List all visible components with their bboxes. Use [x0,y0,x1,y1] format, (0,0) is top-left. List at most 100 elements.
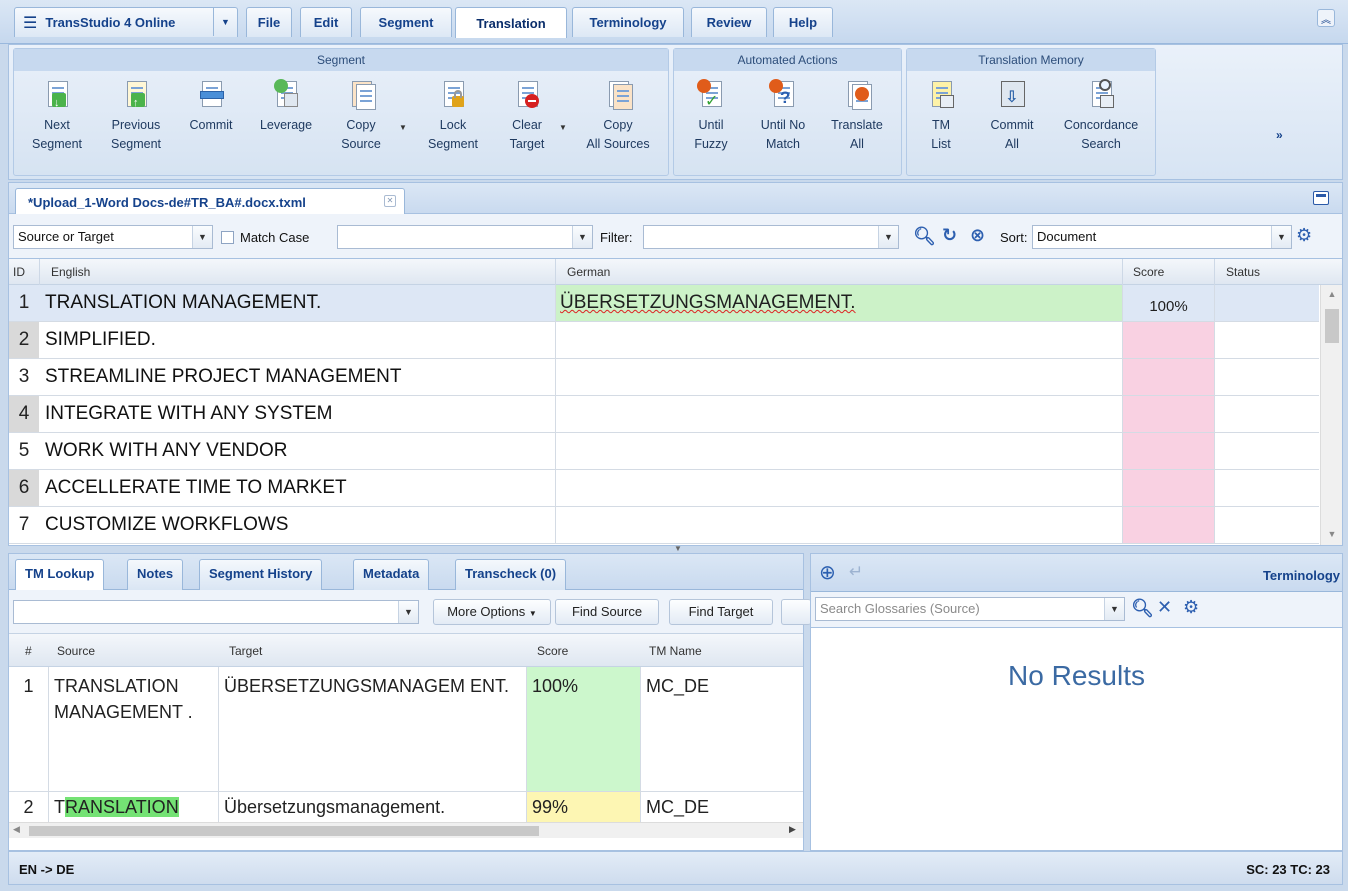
segment-row[interactable]: 5 WORK WITH ANY VENDOR [9,433,1319,470]
tab-segment-history[interactable]: Segment History [199,559,323,590]
col-header-source[interactable]: English [51,265,90,279]
refresh-search-icon[interactable]: ↻ [942,225,957,246]
scroll-left-icon[interactable]: ◀ [13,824,20,835]
match-case-checkbox[interactable] [221,231,234,244]
chevron-down-icon[interactable]: ▼ [213,8,237,36]
tab-notes[interactable]: Notes [127,559,184,590]
gear-icon[interactable]: ⚙ [1183,597,1199,618]
menu-file[interactable]: File [246,7,292,37]
clear-search-icon[interactable]: ⊗ [970,225,985,246]
segment-row[interactable]: 7 CUSTOMIZE WORKFLOWS [9,507,1319,544]
search-scope-select[interactable]: Source or Target ▼ [13,225,213,249]
maximize-icon[interactable] [1313,191,1329,205]
search-icon[interactable]: 🔍︎ [1131,598,1154,619]
close-icon[interactable]: ✕ [384,195,396,207]
segment-target[interactable] [555,322,1122,358]
tm-horizontal-scrollbar[interactable]: ◀ ▶ [9,822,803,838]
segment-score [1122,359,1214,395]
sort-select[interactable]: Document ▼ [1032,225,1292,249]
segment-row[interactable]: 1 TRANSLATION MANAGEMENT. ÜBERSETZUNGSMA… [9,285,1319,322]
leverage-icon [272,79,300,113]
until-no-match-button[interactable]: ? Until No Match [746,79,820,154]
col-header-tm-name[interactable]: TM Name [649,644,702,658]
tm-match-row[interactable]: 1 TRANSLATION MANAGEMENT . ÜBERSETZUNGSM… [9,667,803,792]
search-icon[interactable]: 🔍︎ [913,226,936,247]
ribbon-more-icon[interactable]: » [1276,128,1283,142]
segment-score: 100% [1122,285,1214,321]
clear-search-icon[interactable]: ✕ [1157,597,1172,618]
clear-target-button[interactable]: Clear Target [490,79,564,154]
col-header-target[interactable]: German [567,265,610,279]
tm-match-row[interactable]: 2 TRANSLATION Übersetzungsmanagement. 99… [9,792,803,822]
menu-help[interactable]: Help [773,7,833,37]
grid-scrollbar[interactable]: ▲ ▼ [1320,285,1342,545]
commit-all-icon: ⇩ [998,79,1026,113]
col-header-status[interactable]: Status [1226,265,1260,279]
more-options-button[interactable]: More Options ▼ [433,599,551,625]
menu-terminology[interactable]: Terminology [572,7,684,37]
add-term-icon[interactable]: ⊕ [819,560,836,585]
app-menu-button[interactable]: ☰ TransStudio 4 Online ▼ [14,7,238,37]
scroll-up-icon[interactable]: ▲ [1321,289,1342,299]
concordance-search-button[interactable]: Concordance Search [1057,79,1145,154]
copy-all-sources-button[interactable]: Copy All Sources [576,79,660,154]
col-header-source[interactable]: Source [57,644,95,658]
col-header-score[interactable]: Score [537,644,568,658]
segment-target[interactable] [555,470,1122,506]
ribbon: Segment ↓ Next Segment ↑ Previous Segmen… [8,44,1343,180]
document-tab[interactable]: *Upload_1-Word Docs-de#TR_BA#.docx.txml … [15,188,405,215]
copy-source-dropdown-icon[interactable]: ▼ [399,123,407,132]
scroll-right-icon[interactable]: ▶ [789,824,796,835]
menu-translation[interactable]: Translation [455,7,567,38]
col-header-score[interactable]: Score [1133,265,1164,279]
leverage-button[interactable]: Leverage [249,79,323,135]
until-fuzzy-button[interactable]: ✓ Until Fuzzy [674,79,748,154]
tab-transcheck[interactable]: Transcheck (0) [455,559,567,590]
segment-target[interactable] [555,507,1122,543]
next-segment-button[interactable]: ↓ Next Segment [20,79,94,154]
segment-row[interactable]: 3 STREAMLINE PROJECT MANAGEMENT [9,359,1319,396]
menu-edit[interactable]: Edit [300,7,352,37]
segment-row[interactable]: 4 INTEGRATE WITH ANY SYSTEM [9,396,1319,433]
clear-target-dropdown-icon[interactable]: ▼ [559,123,567,132]
tm-list-button[interactable]: TM List [904,79,978,154]
segment-target[interactable] [555,359,1122,395]
segment-target[interactable] [555,433,1122,469]
find-target-button[interactable]: Find Target [669,599,773,625]
insert-term-icon[interactable]: ↵ [849,562,863,582]
filter-input[interactable]: ▼ [643,225,899,249]
translate-all-button[interactable]: Translate All [820,79,894,154]
tab-tm-lookup[interactable]: TM Lookup [15,559,105,591]
tm-search-input[interactable]: ▼ [13,600,419,624]
tab-metadata[interactable]: Metadata [353,559,430,590]
find-source-button[interactable]: Find Source [555,599,659,625]
menu-review[interactable]: Review [691,7,767,37]
segment-status [1214,359,1319,395]
segment-target[interactable] [555,396,1122,432]
segment-row[interactable]: 2 SIMPLIFIED. [9,322,1319,359]
col-header-id[interactable]: ID [13,265,25,279]
col-header-num[interactable]: # [25,644,32,658]
copy-source-button[interactable]: Copy Source [324,79,398,154]
concordance-search-icon [1087,79,1115,113]
search-input[interactable]: ▼ [337,225,593,249]
match-case-label: Match Case [240,230,310,245]
commit-all-button[interactable]: ⇩ Commit All [975,79,1049,154]
scroll-down-icon[interactable]: ▼ [1321,529,1342,539]
scrollbar-thumb[interactable] [1325,309,1339,343]
collapse-ribbon-icon[interactable]: ︽ [1317,9,1335,27]
gear-icon[interactable]: ⚙ [1296,225,1312,246]
previous-segment-button[interactable]: ↑ Previous Segment [99,79,173,154]
glossary-search-input[interactable]: Search Glossaries (Source) ▼ [815,597,1125,621]
lock-segment-button[interactable]: Lock Segment [416,79,490,154]
segment-status [1214,396,1319,432]
no-results-message: No Results [1008,660,1145,691]
commit-button[interactable]: Commit [174,79,248,135]
tm-match-target: Übersetzungsmanagement. [219,792,527,822]
col-header-target[interactable]: Target [229,644,262,658]
menu-segment[interactable]: Segment [360,7,452,37]
segment-row[interactable]: 6 ACCELLERATE TIME TO MARKET [9,470,1319,507]
scrollbar-thumb[interactable] [29,826,539,836]
segment-target[interactable]: ÜBERSETZUNGSMANAGEMENT. [555,285,1122,321]
overflow-button[interactable] [781,599,811,625]
